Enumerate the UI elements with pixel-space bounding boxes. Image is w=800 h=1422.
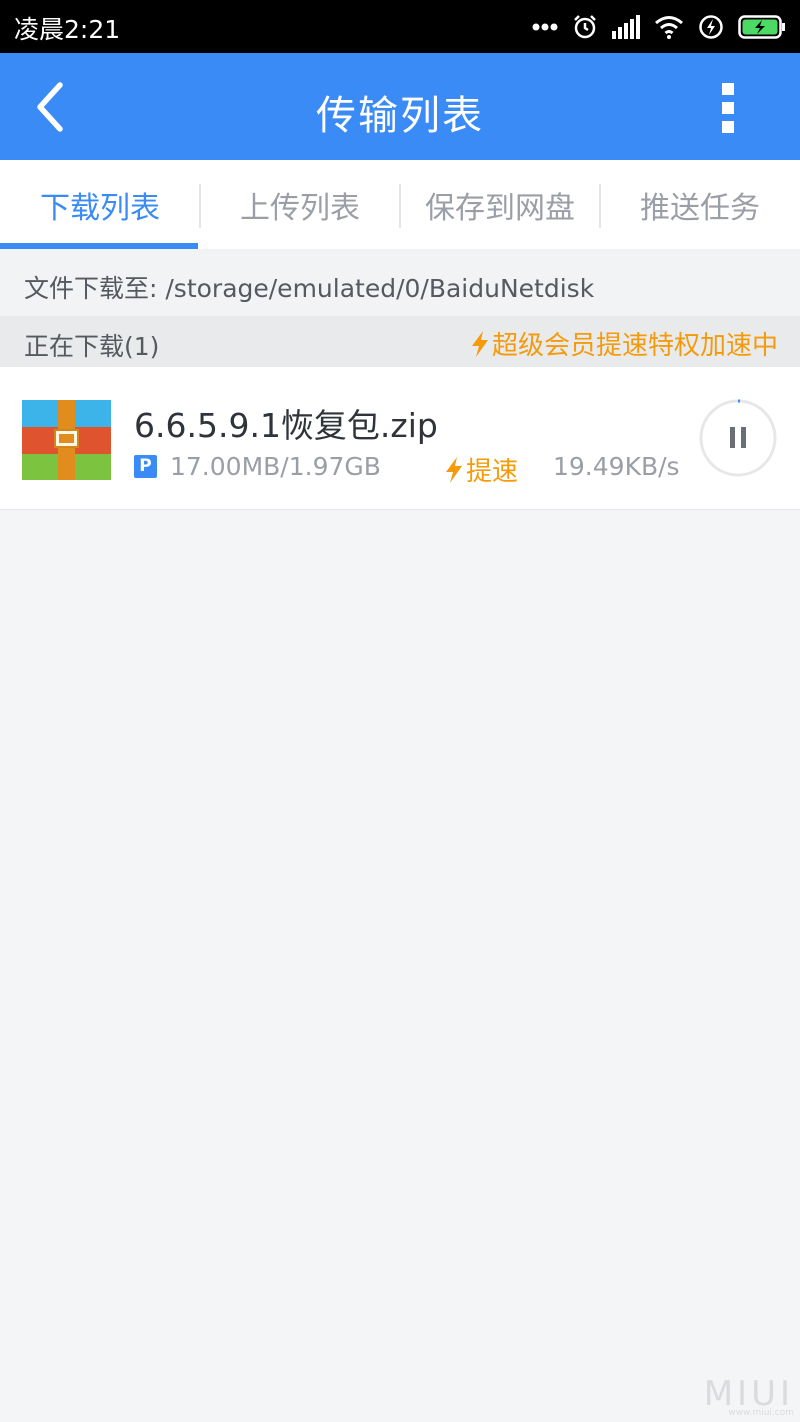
p-badge: P (134, 455, 157, 478)
tab-save-to-netdisk[interactable]: 保存到网盘 (400, 160, 600, 249)
progress-ring (699, 399, 777, 477)
lightning-icon (471, 330, 488, 357)
status-icons (532, 12, 786, 42)
file-name: 6.6.5.9.1恢复包.zip (134, 406, 438, 445)
vip-speedup-text: 超级会员提速特权加速中 (491, 331, 778, 361)
tab-divider (599, 184, 601, 228)
alarm-icon (572, 14, 598, 40)
download-path-bar: 文件下载至: /storage/emulated/0/BaiduNetdisk (0, 249, 800, 316)
download-path: 文件下载至: /storage/emulated/0/BaiduNetdisk (24, 274, 595, 303)
tab-download-list[interactable]: 下载列表 (0, 160, 200, 249)
more-vertical-icon (722, 83, 734, 95)
wifi-icon (654, 15, 684, 39)
signal-icon (612, 15, 640, 39)
lightning-icon (446, 456, 462, 483)
miui-watermark: MIUI www.miui.com (704, 1374, 794, 1418)
charging-icon (698, 14, 724, 40)
file-size-progress: 17.00MB/1.97GB (170, 452, 381, 481)
zip-file-icon (22, 400, 111, 480)
downloading-section-header: 正在下载(1) 超级会员提速特权加速中 (0, 316, 800, 367)
speedup-button[interactable]: 提速 (444, 451, 518, 488)
pause-button[interactable] (698, 398, 778, 478)
section-title: 正在下载(1) (24, 332, 160, 361)
tab-divider (399, 184, 401, 228)
app-bar: 传输列表 (0, 53, 800, 160)
tab-bar: 下载列表 上传列表 保存到网盘 推送任务 (0, 160, 800, 249)
speedup-label: 提速 (466, 457, 519, 487)
download-item[interactable]: 6.6.5.9.1恢复包.zip P 17.00MB/1.97GB 提速 19.… (0, 367, 800, 510)
tab-push-tasks[interactable]: 推送任务 (600, 160, 800, 249)
vip-speedup-banner[interactable]: 超级会员提速特权加速中 (470, 325, 778, 362)
download-speed: 19.49KB/s (553, 452, 680, 481)
tab-divider (199, 184, 201, 228)
battery-icon (738, 14, 786, 40)
status-bar: 凌晨2:21 (0, 0, 800, 53)
status-time: 凌晨2:21 (14, 15, 121, 44)
more-menu-button[interactable] (710, 81, 746, 135)
more-dots-icon (532, 23, 558, 31)
page-title: 传输列表 (316, 93, 484, 139)
tab-upload-list[interactable]: 上传列表 (200, 160, 400, 249)
